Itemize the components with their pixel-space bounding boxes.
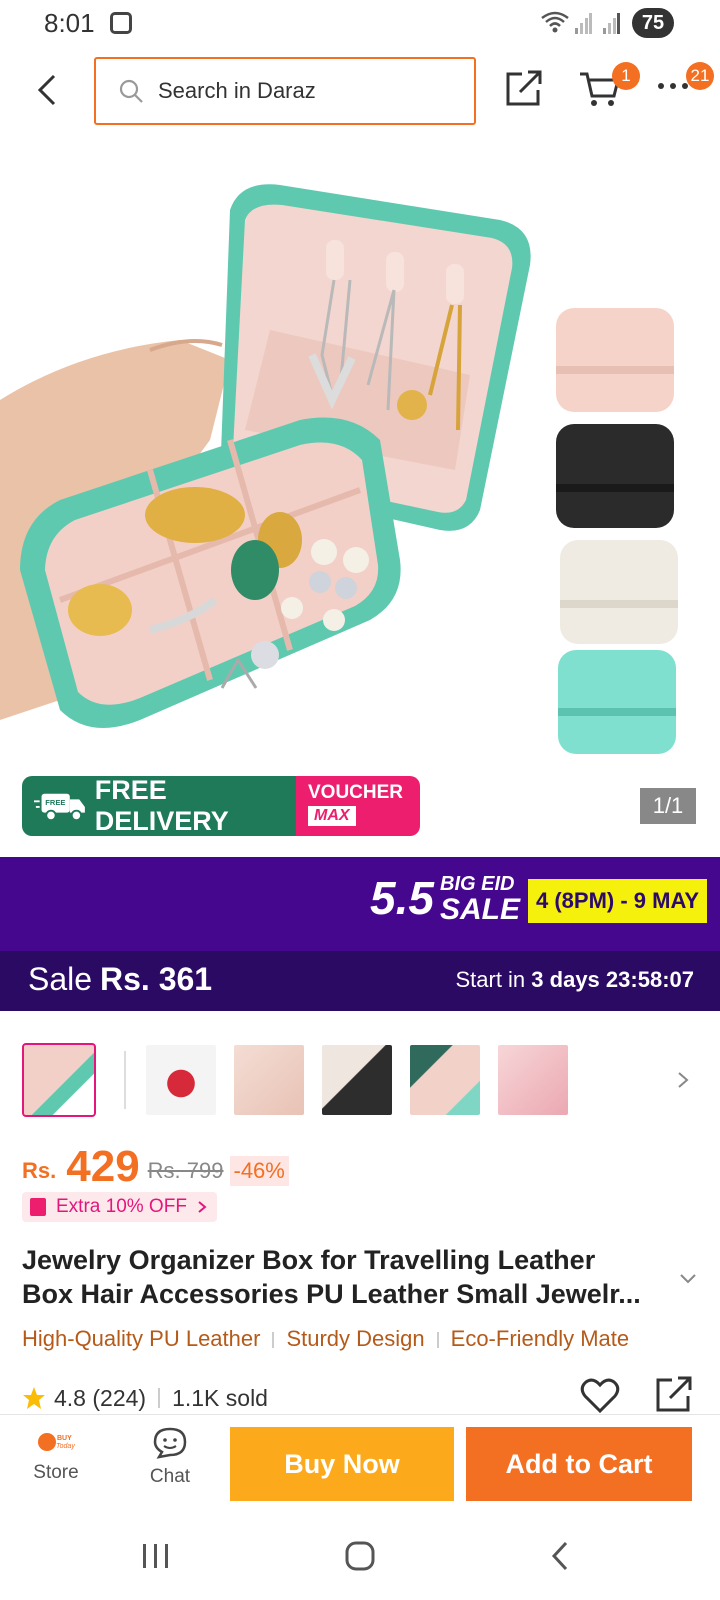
promo-badge-strip: FREE FREE DELIVERY VOUCHER MAX — [22, 776, 420, 836]
home-icon[interactable] — [344, 1540, 376, 1572]
voucher-max-badge: VOUCHER MAX — [296, 776, 420, 836]
thumbnail-pink-box[interactable] — [498, 1045, 568, 1115]
product-photo — [0, 184, 678, 754]
discount-badge: -46% — [229, 1156, 289, 1186]
feature-separator — [272, 1332, 275, 1349]
more-options-icon[interactable] — [656, 80, 690, 92]
share-icon[interactable] — [654, 1374, 694, 1414]
chat-label: Chat — [149, 1466, 191, 1487]
start-days: 3 days — [531, 967, 600, 992]
thumbnail-selected[interactable] — [22, 1043, 96, 1117]
rating-row[interactable]: 4.8 (224) 1.1K sold — [22, 1380, 268, 1416]
buy-now-button[interactable]: Buy Now — [230, 1427, 454, 1501]
back-arrow-icon[interactable] — [28, 70, 68, 110]
search-placeholder: Search in Daraz — [158, 78, 316, 103]
product-image-gallery[interactable]: FREE FREE DELIVERY VOUCHER MAX 1/1 — [0, 140, 720, 840]
free-delivery-badge: FREE FREE DELIVERY — [22, 776, 296, 836]
chat-icon — [153, 1427, 187, 1459]
campaign-number: 5.5 — [370, 872, 434, 924]
countdown-timer: 23:58:07 — [605, 967, 694, 992]
notification-count-badge: 21 — [686, 62, 714, 90]
thumbnail-pink-tray[interactable] — [234, 1045, 304, 1115]
campaign-dates: 4 (8PM) - 9 MAY — [528, 879, 708, 923]
signal-icon-2 — [603, 13, 620, 34]
free-mini-label: FREE — [45, 798, 65, 807]
thumbnail-separator — [124, 1051, 126, 1109]
sale-label: Sale — [28, 961, 93, 997]
product-features: High-Quality PU Leather Sturdy Design Eco-… — [22, 1326, 702, 1356]
add-to-cart-button[interactable]: Add to Cart — [466, 1427, 692, 1501]
wishlist-heart-icon[interactable] — [580, 1376, 620, 1414]
sale-start-countdown: Start in 3 days 23:58:07 — [455, 967, 694, 993]
price-amount: 429 — [66, 1142, 140, 1191]
original-price: Rs. 799 — [147, 1158, 224, 1183]
thumbnail-red-box[interactable] — [146, 1045, 216, 1115]
voucher-tag-icon — [30, 1198, 46, 1216]
sale-price: Rs. 361 — [100, 961, 213, 997]
rating-count: (224) — [92, 1384, 147, 1411]
campaign-banner[interactable]: 5.5 BIG EID SALE 4 (8PM) - 9 MAY — [0, 857, 720, 951]
feature-separator — [436, 1332, 439, 1349]
chevron-right-icon[interactable] — [674, 1065, 694, 1095]
price-row: Rs. 429 Rs. 799 -46% — [22, 1140, 289, 1192]
campaign-title: BIG EID SALE — [440, 871, 521, 926]
store-logo-icon: BUY Today — [38, 1433, 75, 1451]
thumbnail-black-box[interactable] — [322, 1045, 392, 1115]
recent-apps-icon[interactable] — [140, 1542, 172, 1570]
chevron-right-icon — [198, 1201, 207, 1213]
sale-countdown-bar: Sale Rs. 361 Start in 3 days 23:58:07 — [0, 951, 720, 1011]
variant-thumbnails — [22, 1043, 702, 1117]
system-navigation-bar — [0, 1510, 720, 1600]
voucher-max-text: MAX — [308, 806, 356, 826]
rating-separator — [158, 1388, 161, 1408]
top-header: Search in Daraz 1 21 — [0, 50, 720, 130]
store-button[interactable]: BUY Today Store — [22, 1431, 90, 1484]
share-icon[interactable] — [504, 68, 544, 108]
search-bar[interactable]: Search in Daraz — [94, 57, 476, 125]
screenshot-notification-icon — [110, 12, 132, 34]
chat-button[interactable]: Chat — [136, 1427, 204, 1488]
svg-text:Today: Today — [56, 1443, 75, 1450]
back-icon[interactable] — [550, 1540, 570, 1572]
image-counter: 1/1 — [640, 788, 696, 824]
battery-indicator: 75 — [632, 8, 674, 38]
feature-tag: Sturdy Design — [286, 1326, 425, 1351]
product-title: Jewelry Organizer Box for Travelling Lea… — [22, 1243, 662, 1311]
svg-text:BUY: BUY — [57, 1435, 72, 1442]
search-icon — [119, 79, 143, 103]
campaign-sale: SALE — [440, 893, 521, 926]
status-bar: 8:01 75 — [0, 0, 720, 46]
extra-off-text: Extra 10% OFF — [56, 1196, 187, 1217]
cart-count-badge: 1 — [612, 62, 640, 90]
feature-tag: High-Quality PU Leather — [22, 1326, 261, 1351]
status-time: 8:01 — [44, 8, 95, 38]
bottom-action-bar: BUY Today Store Chat Buy Now Add to Cart — [0, 1414, 720, 1510]
rating-score: 4.8 — [54, 1384, 86, 1411]
feature-tag: Eco-Friendly Mate — [450, 1326, 630, 1351]
star-icon — [23, 1387, 45, 1409]
price-currency: Rs. — [22, 1158, 57, 1183]
chevron-down-icon[interactable] — [678, 1272, 698, 1286]
voucher-text: VOUCHER — [308, 782, 404, 803]
thumbnail-teal-box[interactable] — [410, 1045, 480, 1115]
product-title-line1: Jewelry Organizer Box for Travelling Lea… — [22, 1245, 596, 1275]
free-delivery-text: FREE DELIVERY — [94, 776, 229, 836]
product-title-line2: Box Hair Accessories PU Leather Small Je… — [22, 1279, 641, 1309]
signal-icon — [575, 13, 592, 34]
start-prefix: Start in — [455, 967, 526, 992]
sold-count: 1.1K sold — [172, 1384, 268, 1411]
store-label: Store — [33, 1462, 79, 1483]
extra-off-voucher[interactable]: Extra 10% OFF — [22, 1192, 217, 1222]
delivery-truck-icon: FREE — [34, 793, 85, 822]
wifi-icon — [541, 11, 569, 33]
